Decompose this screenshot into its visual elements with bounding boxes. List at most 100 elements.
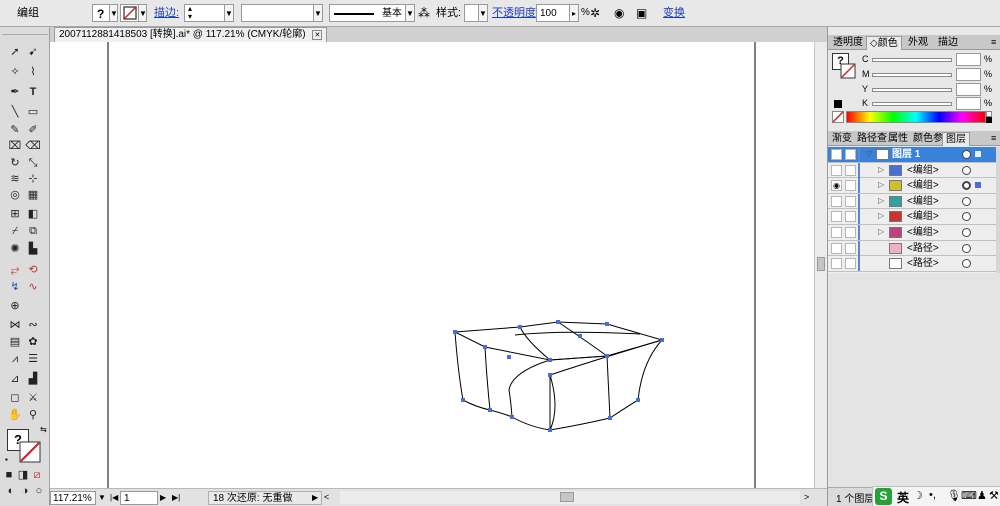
variable-width-field[interactable]: ▼ bbox=[241, 4, 323, 22]
visibility-eye-icon[interactable] bbox=[831, 227, 842, 238]
layer-row[interactable]: ▷ <编组> bbox=[828, 209, 996, 225]
ime-toolbar[interactable]: S 英 ☽ •, 🎙 ⌨ ♟ ⚒ bbox=[872, 486, 1000, 506]
slider-track[interactable] bbox=[872, 88, 952, 92]
fill-swatch[interactable]: ? ▼ bbox=[92, 4, 118, 22]
shape-builder-tool-icon[interactable]: ◎ bbox=[6, 187, 24, 203]
zoom-dropdown-icon[interactable]: ▼ bbox=[98, 491, 108, 505]
selection-indicator[interactable] bbox=[975, 182, 981, 189]
ime-language[interactable]: 英 bbox=[897, 489, 909, 506]
warp-tool-icon[interactable]: ≋ bbox=[6, 171, 24, 187]
list-icon[interactable]: ☰ bbox=[24, 351, 42, 367]
target-circle-icon[interactable] bbox=[962, 212, 971, 222]
style-dropdown-icon[interactable]: ▼ bbox=[478, 4, 488, 22]
expand-triangle-icon[interactable]: ▷ bbox=[878, 180, 884, 189]
channel-c-input[interactable] bbox=[956, 53, 981, 66]
free-transform-tool-icon[interactable]: ⊹ bbox=[24, 171, 42, 187]
visibility-eye-icon[interactable] bbox=[831, 211, 842, 223]
isolate-icon[interactable]: ◉ bbox=[614, 4, 624, 22]
anchor-points[interactable] bbox=[453, 320, 664, 432]
bar-graph-tool-icon[interactable]: ▟ bbox=[24, 371, 42, 387]
perspective-grid-tool-icon[interactable]: ▦ bbox=[24, 187, 42, 203]
tab-color-guide[interactable]: 颜色参 bbox=[910, 132, 946, 146]
tab-attributes[interactable]: 属性 bbox=[885, 132, 911, 146]
blob-brush-tool-icon[interactable]: ⌧ bbox=[6, 138, 24, 154]
next-artboard-icon[interactable]: ▶ bbox=[160, 491, 166, 505]
tab-gradient[interactable]: 渐变 bbox=[829, 132, 855, 146]
status-info[interactable]: 18 次还原: 无重做 bbox=[208, 491, 322, 505]
expand-triangle-icon[interactable]: ▷ bbox=[878, 196, 884, 205]
target-circle-icon[interactable] bbox=[962, 181, 971, 191]
live-paint-selection-tool-icon[interactable]: ⟲ bbox=[24, 262, 42, 278]
knife-slice-tool-icon[interactable]: ⚔ bbox=[24, 390, 42, 406]
opacity-dropdown-icon[interactable]: ▸ bbox=[569, 4, 579, 22]
column-graph-tool-icon[interactable]: ▙ bbox=[24, 241, 42, 257]
layer-row[interactable]: <路径> bbox=[828, 256, 996, 272]
vertical-scrollbar[interactable] bbox=[814, 42, 827, 488]
channel-m-input[interactable] bbox=[956, 68, 981, 81]
draw-inside-icon[interactable]: ○ bbox=[32, 483, 46, 499]
stroke-none-icon[interactable] bbox=[19, 441, 41, 463]
fill-dropdown-icon[interactable]: ▼ bbox=[109, 4, 118, 22]
mesh-tool-icon[interactable]: ⊞ bbox=[6, 206, 24, 222]
status-menu-icon[interactable]: ▶ bbox=[312, 491, 318, 505]
slice-select-tool-icon[interactable]: ∾ bbox=[24, 317, 42, 333]
color-spectrum[interactable] bbox=[846, 111, 986, 123]
vertical-scroll-thumb[interactable] bbox=[817, 257, 825, 271]
tab-transparency[interactable]: 透明度 bbox=[830, 36, 866, 50]
expand-triangle-icon[interactable]: ▷ bbox=[878, 227, 884, 236]
visibility-eye-icon[interactable] bbox=[831, 164, 842, 176]
rotate-tool-icon[interactable]: ↻ bbox=[6, 155, 24, 171]
draw-normal-icon[interactable]: ◐ bbox=[4, 483, 18, 499]
artboard-tool-icon[interactable]: ⊕ bbox=[6, 298, 24, 314]
zoom-field[interactable]: 117.21% bbox=[50, 491, 96, 505]
first-artboard-icon[interactable]: |◀ bbox=[110, 491, 118, 505]
visibility-eye-icon[interactable]: ◉ bbox=[831, 149, 842, 160]
black-swatch-icon[interactable] bbox=[834, 100, 842, 108]
rectangle-tool-icon[interactable]: ▭ bbox=[24, 104, 42, 120]
knife-tool-icon[interactable]: ∿ bbox=[24, 279, 42, 295]
paintbrush-tool-icon[interactable]: ✎ bbox=[6, 122, 24, 138]
layer-row[interactable]: ◉ ▷ <编组> bbox=[828, 178, 996, 194]
document-tab[interactable]: 2007112881418503 [转换].ai* @ 117.21% (CMY… bbox=[54, 27, 328, 42]
lock-toggle[interactable] bbox=[845, 149, 856, 160]
transform-link[interactable]: 变换 bbox=[663, 4, 685, 22]
none-mode-icon[interactable]: ⧄ bbox=[31, 467, 43, 483]
black-swatch[interactable] bbox=[986, 117, 992, 123]
fill-stroke-selector[interactable]: ? ▪ ⇆ bbox=[4, 425, 47, 467]
artboard-number-field[interactable]: 1 bbox=[120, 491, 158, 505]
live-paint-bucket-tool-icon[interactable]: ⥂ bbox=[6, 262, 24, 278]
lock-toggle[interactable] bbox=[845, 227, 856, 238]
tab-color[interactable]: ◇颜色 bbox=[866, 36, 902, 50]
target-circle-icon[interactable] bbox=[962, 243, 971, 253]
stroke-graph-icon[interactable]: ⩘ bbox=[6, 351, 24, 367]
zoom-tool-icon[interactable]: ⚲ bbox=[24, 407, 42, 423]
lock-toggle[interactable] bbox=[845, 211, 856, 223]
pencil-tool-icon[interactable]: ✐ bbox=[24, 122, 42, 138]
stroke-link[interactable]: 描边: bbox=[154, 4, 179, 22]
slider-track[interactable] bbox=[872, 73, 952, 77]
hscroll-right-icon[interactable]: > bbox=[804, 491, 809, 505]
layer-row-top[interactable]: ◉ ▽ 图层 1 bbox=[828, 147, 996, 163]
stroke-swatch[interactable]: ▼ bbox=[120, 4, 147, 22]
blend-tool-icon[interactable]: ⧉ bbox=[24, 223, 42, 239]
line-tool-icon[interactable]: ╲ bbox=[6, 104, 24, 120]
brush-dropdown-icon[interactable]: ▼ bbox=[405, 4, 415, 22]
channel-y-input[interactable] bbox=[956, 83, 981, 96]
expand-triangle-icon[interactable]: ▷ bbox=[878, 211, 884, 220]
layers-scrollbar[interactable] bbox=[996, 147, 1000, 273]
graphic-style-icon[interactable]: ⁂ bbox=[418, 4, 430, 22]
symbol-sprayer-tool-icon[interactable]: ✺ bbox=[6, 241, 24, 257]
layer-row[interactable]: ▷ <编组> bbox=[828, 162, 996, 179]
hscroll-left-icon[interactable]: < bbox=[324, 491, 329, 505]
keyboard-icon[interactable]: ⌨ bbox=[961, 489, 977, 502]
swap-colors-icon[interactable]: ⇆ bbox=[40, 425, 47, 434]
hand-tool-icon[interactable]: ✋ bbox=[6, 407, 24, 423]
slice-tool-icon[interactable]: ⋈ bbox=[6, 317, 24, 333]
direct-selection-tool-icon[interactable]: ➹ bbox=[24, 44, 42, 60]
horizontal-scrollbar[interactable] bbox=[340, 491, 800, 504]
opacity-input[interactable]: 100 bbox=[536, 4, 570, 22]
box-outline-artwork[interactable] bbox=[453, 321, 664, 431]
magic-wand-tool-icon[interactable]: ✧ bbox=[6, 64, 24, 80]
layer-row[interactable]: ▷ <编组> bbox=[828, 193, 996, 210]
slider-m[interactable]: M % bbox=[828, 68, 1000, 82]
